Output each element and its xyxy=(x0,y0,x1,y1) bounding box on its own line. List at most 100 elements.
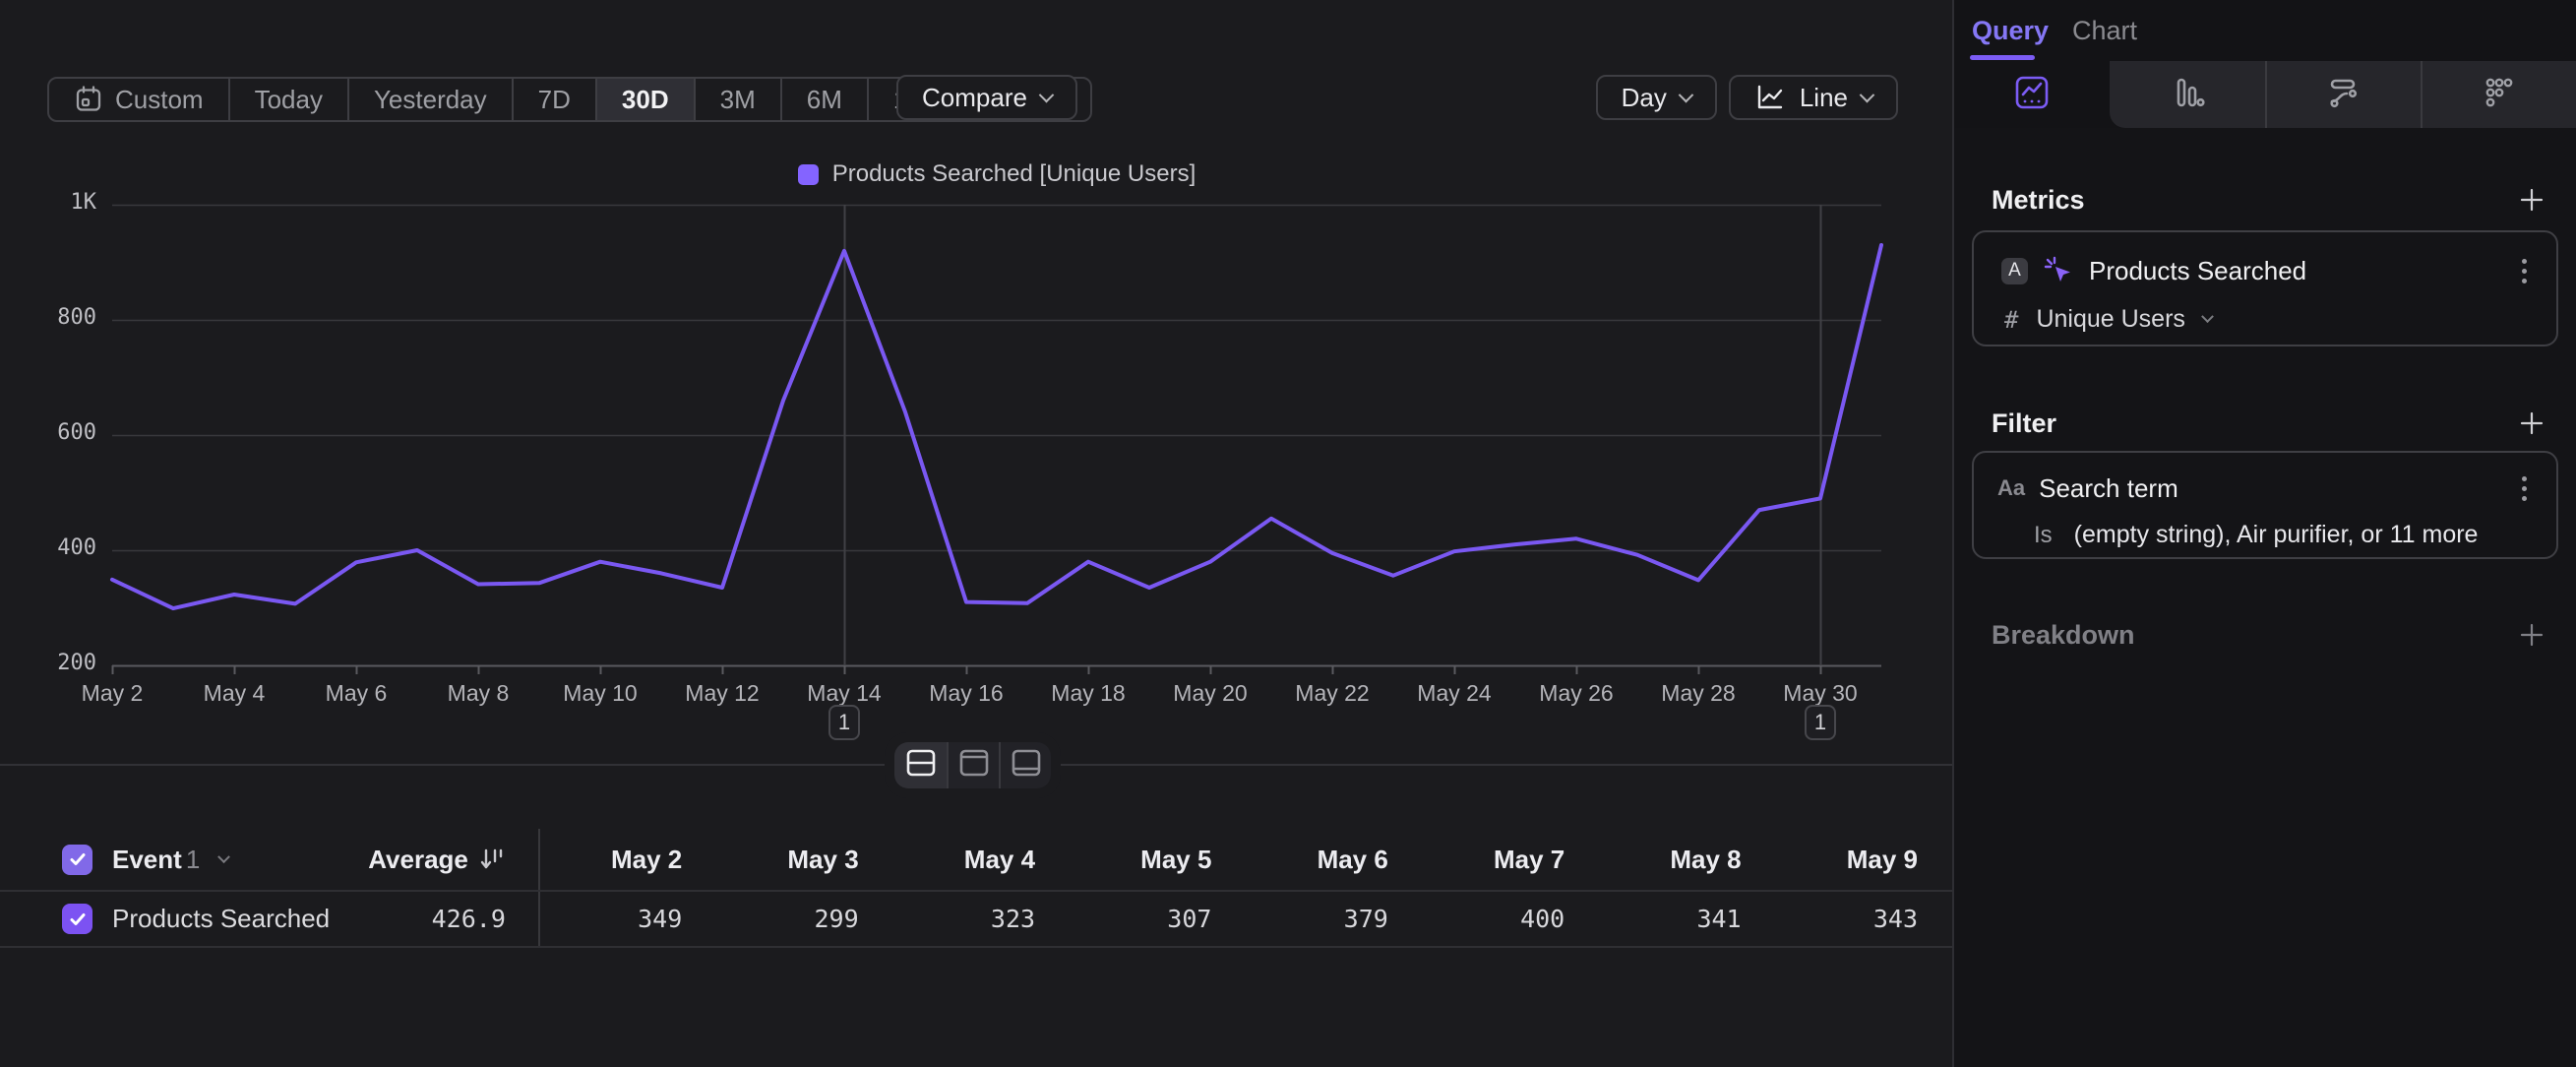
range-button-3m[interactable]: 3M xyxy=(694,79,780,120)
average-header-label: Average xyxy=(368,845,468,875)
check-icon xyxy=(68,849,88,869)
x-axis-label: May 20 xyxy=(1141,680,1279,707)
add-breakdown-icon[interactable] xyxy=(2517,620,2546,650)
flows-icon xyxy=(2325,74,2362,116)
panel-body: Metrics A Products Searched # Unique Use… xyxy=(1954,128,2576,1067)
x-axis-label: May 10 xyxy=(531,680,669,707)
table-row: Products Searched [Un... 426.9 349299323… xyxy=(0,892,1952,948)
y-axis-label: 1K xyxy=(14,190,96,215)
average-value-cell: 426.9 xyxy=(335,892,540,946)
report-type-tabs xyxy=(1954,61,2576,128)
compare-button[interactable]: Compare xyxy=(896,75,1077,120)
legend-swatch xyxy=(798,164,819,185)
average-header-cell[interactable]: Average xyxy=(335,829,540,890)
metric-letter-badge: A xyxy=(2001,258,2028,284)
day-column-header[interactable]: May 3 xyxy=(716,845,892,875)
range-button-6m[interactable]: 6M xyxy=(780,79,867,120)
report-tab-bar-chart[interactable] xyxy=(2110,61,2265,128)
compare-label: Compare xyxy=(922,83,1027,113)
chart-type-button[interactable]: Line xyxy=(1729,75,1898,120)
event-header-cell[interactable]: Event1 xyxy=(0,845,335,875)
tab-chart[interactable]: Chart xyxy=(2072,16,2137,46)
event-header-label: Event1 xyxy=(112,845,200,875)
metric-event-name: Products Searched xyxy=(2089,256,2306,286)
range-label: 7D xyxy=(538,85,571,115)
chart-plot-area[interactable] xyxy=(112,205,1881,665)
range-button-today[interactable]: Today xyxy=(228,79,347,120)
chart-legend[interactable]: Products Searched [Unique Users] xyxy=(112,160,1881,188)
day-column-header[interactable]: May 7 xyxy=(1423,845,1599,875)
range-label: Yesterday xyxy=(374,85,487,115)
number-type-icon: # xyxy=(2004,306,2018,334)
range-button-30d[interactable]: 30D xyxy=(595,79,694,120)
report-tab-retention[interactable] xyxy=(2421,61,2576,128)
x-axis-label: May 18 xyxy=(1019,680,1157,707)
filter-operator[interactable]: Is xyxy=(2034,522,2053,549)
string-type-icon: Aa xyxy=(1997,475,2025,501)
average-value: 426.9 xyxy=(432,905,506,933)
annotation-badge[interactable]: 1 xyxy=(828,705,860,740)
day-value-cell: 323 xyxy=(893,905,1070,933)
bar-chart-icon xyxy=(2169,74,2206,116)
range-button-7d[interactable]: 7D xyxy=(512,79,595,120)
line-chart-icon xyxy=(1754,82,1786,113)
filter-card[interactable]: Aa Search term Is (empty string), Air pu… xyxy=(1972,451,2558,559)
metric-card[interactable]: A Products Searched # Unique Users xyxy=(1972,230,2558,346)
calendar-icon xyxy=(74,85,103,114)
query-panel: Query Chart Metrics A Products Searched … xyxy=(1952,0,2576,1067)
kebab-menu-icon[interactable] xyxy=(2522,476,2531,501)
line-chart[interactable]: 1K800600400200May 2May 4May 6May 8May 10… xyxy=(112,205,1881,665)
table-only-icon xyxy=(1010,748,1043,783)
x-axis-label: May 14 xyxy=(775,680,913,707)
x-axis-label: May 4 xyxy=(165,680,303,707)
filter-title: Filter xyxy=(1992,408,2056,439)
day-header-cells: May 2May 3May 4May 5May 6May 7May 8May 9 xyxy=(540,845,1952,875)
series-line[interactable] xyxy=(112,245,1881,608)
report-toolbar: CustomTodayYesterday7D30D3M6M12MXTD Comp… xyxy=(47,77,1907,122)
chart-only-button[interactable] xyxy=(947,742,999,788)
day-column-header[interactable]: May 2 xyxy=(540,845,716,875)
day-column-header[interactable]: May 6 xyxy=(1246,845,1422,875)
day-value-cell: 341 xyxy=(1599,905,1775,933)
split-view-icon xyxy=(904,748,938,783)
range-button-custom[interactable]: Custom xyxy=(49,79,228,120)
day-column-header[interactable]: May 5 xyxy=(1070,845,1246,875)
range-label: 6M xyxy=(807,85,842,115)
day-value-cell: 343 xyxy=(1776,905,1952,933)
insights-icon xyxy=(2013,74,2051,116)
event-name-cell[interactable]: Products Searched [Un... xyxy=(0,904,335,934)
event-name: Products Searched [Un... xyxy=(112,904,335,934)
active-tab-underline xyxy=(1970,55,2035,60)
day-value-cell: 307 xyxy=(1070,905,1246,933)
x-axis-label: May 12 xyxy=(653,680,791,707)
row-checkbox[interactable] xyxy=(62,904,92,934)
chart-only-icon xyxy=(957,748,991,783)
day-value-cell: 379 xyxy=(1246,905,1422,933)
y-axis-label: 800 xyxy=(14,305,96,330)
kebab-menu-icon[interactable] xyxy=(2522,259,2531,283)
metrics-title: Metrics xyxy=(1992,185,2085,216)
aggregation-selector[interactable]: Unique Users xyxy=(2036,305,2184,334)
day-column-header[interactable]: May 4 xyxy=(893,845,1070,875)
filter-value[interactable]: (empty string), Air purifier, or 11 more xyxy=(2074,521,2479,549)
range-label: 3M xyxy=(720,85,756,115)
tab-query[interactable]: Query xyxy=(1972,16,2049,46)
report-tab-flows[interactable] xyxy=(2265,61,2421,128)
day-column-header[interactable]: May 9 xyxy=(1776,845,1952,875)
day-column-header[interactable]: May 8 xyxy=(1599,845,1775,875)
check-icon xyxy=(68,910,88,929)
results-table: Event1 Average May 2May 3May 4May 5May 6… xyxy=(0,829,1952,948)
select-all-checkbox[interactable] xyxy=(62,845,92,875)
table-only-button[interactable] xyxy=(999,742,1051,788)
y-axis-label: 600 xyxy=(14,420,96,445)
annotation-badge[interactable]: 1 xyxy=(1805,705,1836,740)
filter-property-name: Search term xyxy=(2039,473,2178,504)
granularity-button[interactable]: Day xyxy=(1596,75,1717,120)
range-button-yesterday[interactable]: Yesterday xyxy=(347,79,512,120)
split-view-button[interactable] xyxy=(894,742,947,788)
add-metric-icon[interactable] xyxy=(2517,185,2546,215)
report-main: CustomTodayYesterday7D30D3M6M12MXTD Comp… xyxy=(0,0,1952,1067)
report-tab-insights[interactable] xyxy=(1954,61,2110,128)
day-value-cells: 349299323307379400341343 xyxy=(540,905,1952,933)
add-filter-icon[interactable] xyxy=(2517,408,2546,438)
